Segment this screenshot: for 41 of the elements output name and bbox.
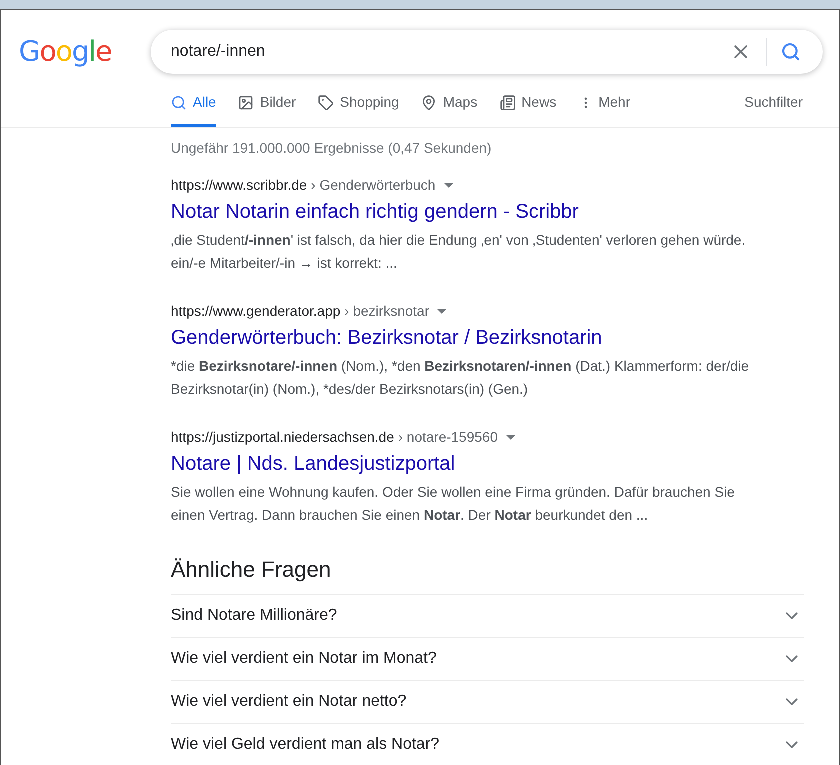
- result-url[interactable]: https://justizportal.niedersachsen.de: [171, 427, 394, 447]
- question-text: Sind Notare Millionäre?: [171, 606, 338, 626]
- dropdown-caret-icon[interactable]: [437, 308, 448, 314]
- search-query: notare/-innen: [171, 42, 266, 62]
- question-text: Wie viel Geld verdient man als Notar?: [171, 735, 440, 755]
- result-stats: Ungefähr 191.000.000 Ergebnisse (0,47 Sekunden): [171, 139, 493, 158]
- nav-tab[interactable]: Alle: [171, 85, 216, 127]
- tag-icon: [318, 94, 334, 110]
- search-icon: [781, 42, 801, 62]
- nav-tab[interactable]: Bilder: [238, 85, 296, 127]
- map-pin-icon: [421, 94, 438, 110]
- question-row[interactable]: Wie viel verdient ein Notar netto?: [171, 680, 804, 723]
- question-text: Wie viel verdient ein Notar im Monat?: [171, 649, 437, 669]
- image-icon: [238, 94, 254, 110]
- question-row[interactable]: Wie viel Geld verdient man als Notar?: [171, 723, 804, 765]
- question-text: Wie viel verdient ein Notar netto?: [171, 692, 407, 712]
- result-snippet: ‚die Student/-innen' ist falsch, da hier die Endung ‚en' von ‚Studenten' verloren gehen würde. ein/-e Mitarbeiter/-in → ist korrekt: ...: [171, 231, 747, 273]
- result-snippet: *die Bezirksnotare/-innen (Nom.), *den Bezirksnotaren/-innen (Dat.) Klammerform: der/die Bezirksnotar(in) (Nom.), *des/der Bezirksnotars(in) (Gen.): [171, 357, 750, 399]
- google-logo[interactable]: Google: [1, 31, 151, 73]
- breadcrumb: › bezirksnotar: [344, 302, 430, 321]
- newspaper-icon: [500, 94, 516, 110]
- section-heading: Ähnliche Fragen: [171, 556, 332, 584]
- nav-tab[interactable]: Mehr: [578, 85, 630, 127]
- result-url[interactable]: https://www.genderator.app: [171, 301, 341, 321]
- filter-button[interactable]: Suchfilter: [744, 85, 803, 127]
- result-url[interactable]: https://www.scribbr.de: [171, 175, 308, 195]
- dropdown-caret-icon[interactable]: [444, 182, 454, 188]
- search-field[interactable]: notare/-innen: [151, 30, 823, 74]
- question-row[interactable]: Wie viel verdient ein Notar im Monat?: [171, 637, 804, 680]
- nav-tab[interactable]: Shopping: [318, 85, 400, 127]
- result-title-link[interactable]: Notare | Nds. Landesjustizportal: [171, 451, 806, 477]
- search-icon: [171, 94, 187, 110]
- question-row[interactable]: Sind Notare Millionäre?: [171, 594, 804, 637]
- nav-tab[interactable]: News: [500, 85, 557, 127]
- breadcrumb: › Genderwörterbuch: [311, 176, 436, 195]
- nav-tab[interactable]: Maps: [421, 85, 478, 127]
- result-title-link[interactable]: Notar Notarin einfach richtig gendern - Scribbr: [171, 199, 806, 225]
- dropdown-caret-icon[interactable]: [506, 434, 516, 440]
- result-title-link[interactable]: Genderwörterbuch: Bezirksnotar / Bezirksnotarin: [171, 325, 806, 351]
- result-snippet: Sie wollen eine Wohnung kaufen. Oder Sie wollen eine Firma gründen. Dafür brauchen Sie einen Vertrag. Dann brauchen Sie einen Notar. Der Notar beurkundet den ...: [171, 483, 736, 525]
- breadcrumb: › notare-159560: [398, 428, 498, 447]
